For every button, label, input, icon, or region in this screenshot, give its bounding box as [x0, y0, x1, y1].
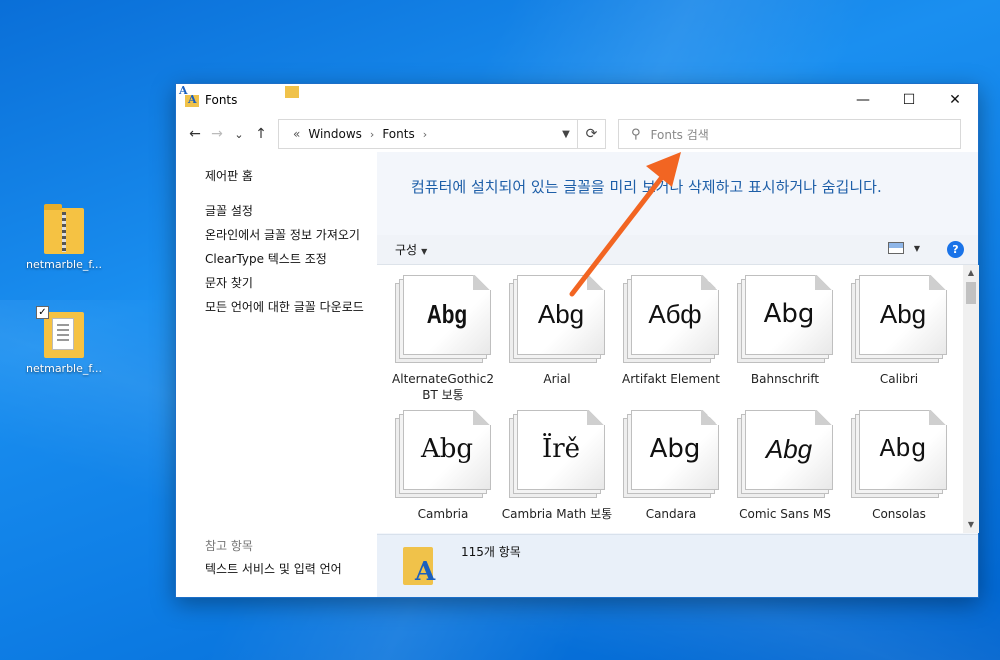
view-options-button[interactable]: ▼: [887, 242, 920, 254]
forward-button[interactable]: →: [206, 122, 228, 146]
chevron-down-icon: ▼: [913, 243, 920, 253]
font-name: Comic Sans MS: [739, 507, 831, 521]
sidebar-find-character[interactable]: 문자 찾기: [205, 275, 370, 291]
sidebar-text-services[interactable]: 텍스트 서비스 및 입력 언어: [205, 561, 370, 577]
font-name: Cambria: [417, 507, 469, 521]
font-sample: Abg: [649, 434, 701, 464]
search-icon: ⚲: [631, 126, 641, 142]
font-file-icon: Abg: [509, 275, 605, 365]
font-name: Candara: [645, 507, 697, 521]
window-title: Fonts: [205, 93, 238, 107]
address-overflow[interactable]: «: [293, 127, 300, 141]
scroll-down-icon[interactable]: ▼: [963, 517, 979, 533]
see-also-heading: 참고 항목: [205, 539, 253, 553]
font-sample: Abg: [537, 299, 585, 329]
vertical-scrollbar[interactable]: ▲ ▼: [963, 265, 979, 533]
font-name: AlternateGothic2 BT 보통: [392, 372, 494, 402]
sidebar-download-fonts[interactable]: 모든 언어에 대한 글꼴 다운로드: [205, 299, 370, 315]
font-tile[interactable]: Абф Artifakt Element: [614, 275, 728, 387]
font-sample: Abg: [763, 299, 815, 329]
breadcrumb-separator[interactable]: ›: [370, 128, 374, 141]
recent-locations-button[interactable]: ⌄: [228, 122, 250, 146]
fonts-folder-icon: A: [403, 543, 439, 587]
font-tile[interactable]: Abg Arial: [500, 275, 614, 387]
font-grid: Abg AlternateGothic2 BT 보통 Abg Arial Абф Arti…: [377, 265, 963, 533]
font-sample: Abg: [879, 299, 927, 329]
font-file-icon: Abg: [395, 275, 491, 365]
font-file-icon: Абф: [623, 275, 719, 365]
desktop-icon-netmarble-folder[interactable]: ✓ netmarble_f...: [19, 306, 109, 375]
font-name: Arial: [543, 372, 571, 386]
page-heading: 컴퓨터에 설치되어 있는 글꼴을 미리 보거나 삭제하고 표시하거나 숨깁니다.: [411, 178, 882, 196]
font-name: Calibri: [879, 372, 919, 386]
breadcrumb-windows[interactable]: Windows: [308, 127, 362, 141]
font-sample: Abg: [426, 299, 468, 329]
refresh-icon: ⟳: [585, 126, 598, 142]
sidebar: 제어판 홈 글꼴 설정 온라인에서 글꼴 정보 가져오기 ClearType 텍…: [176, 152, 377, 597]
font-tile[interactable]: Abg AlternateGothic2 BT 보통: [386, 275, 500, 403]
details-pane: A 115개 항목: [377, 534, 978, 597]
font-tile[interactable]: Abg Candara: [614, 410, 728, 522]
font-file-icon: Abg: [737, 410, 833, 500]
font-tile[interactable]: Ïrě Cambria Math 보통: [500, 410, 614, 522]
scrollbar-thumb[interactable]: [966, 282, 976, 304]
maximize-button[interactable]: ☐: [886, 84, 932, 116]
font-tile[interactable]: Abg Comic Sans MS: [728, 410, 842, 522]
font-sample: Abg: [765, 434, 813, 464]
font-tile[interactable]: Abg Calibri: [842, 275, 956, 387]
scroll-up-icon[interactable]: ▲: [963, 265, 979, 281]
address-bar[interactable]: A « Windows › Fonts › ▼: [179, 84, 578, 149]
item-count: 115개 항목: [461, 545, 521, 559]
folder-icon: ✓: [36, 306, 84, 358]
breadcrumb-separator[interactable]: ›: [423, 128, 427, 141]
minimize-button[interactable]: —: [840, 84, 886, 116]
organize-button[interactable]: 구성 ▼: [395, 241, 427, 258]
font-file-icon: Abg: [737, 275, 833, 365]
font-name: Consolas: [872, 507, 926, 521]
back-button[interactable]: ←: [184, 122, 206, 146]
sidebar-font-settings[interactable]: 글꼴 설정: [205, 203, 370, 219]
search-placeholder: Fonts 검색: [650, 127, 709, 142]
sidebar-get-font-info-online[interactable]: 온라인에서 글꼴 정보 가져오기: [205, 227, 370, 243]
font-sample: Abg: [420, 434, 474, 464]
command-bar: 구성 ▼ ▼ ?: [377, 235, 978, 265]
up-button[interactable]: ↑: [250, 122, 272, 146]
close-button[interactable]: ✕: [932, 84, 978, 116]
refresh-button[interactable]: ⟳: [578, 119, 606, 149]
font-file-icon: Abg: [395, 410, 491, 500]
view-icon: [887, 242, 904, 254]
font-name: Artifakt Element: [622, 372, 720, 386]
font-sample: Абф: [648, 299, 702, 329]
font-file-icon: Abg: [851, 275, 947, 365]
font-file-icon: Abg: [851, 410, 947, 500]
desktop-icon-netmarble-zip[interactable]: netmarble_f...: [19, 204, 109, 271]
chevron-down-icon[interactable]: ▼: [555, 129, 577, 140]
navigation-bar: ← → ⌄ ↑ A « Windows › Fonts › ▼ ⟳ ⚲ Font…: [176, 84, 978, 152]
font-tile[interactable]: Abg Bahnschrift: [728, 275, 842, 387]
font-tile[interactable]: Abg Consolas: [842, 410, 956, 522]
help-button[interactable]: ?: [947, 241, 964, 258]
font-file-icon: Abg: [623, 410, 719, 500]
breadcrumb-fonts[interactable]: Fonts: [382, 127, 414, 141]
fonts-window: A Fonts — ☐ ✕ ← → ⌄ ↑ A « Windows › Font…: [175, 83, 979, 598]
font-tile[interactable]: Abg Cambria: [386, 410, 500, 522]
desktop-icon-label: netmarble_f...: [26, 258, 102, 271]
font-sample: Ïrě: [541, 434, 581, 464]
font-sample: Abg: [879, 434, 927, 464]
zip-folder-icon: [44, 204, 84, 254]
font-name: Bahnschrift: [750, 372, 820, 386]
checkbox-icon[interactable]: ✓: [36, 306, 49, 319]
search-input[interactable]: ⚲ Fonts 검색: [618, 119, 961, 149]
content-pane: 컴퓨터에 설치되어 있는 글꼴을 미리 보거나 삭제하고 표시하거나 숨깁니다.…: [377, 152, 979, 597]
sidebar-adjust-cleartype[interactable]: ClearType 텍스트 조정: [205, 251, 370, 267]
sidebar-control-panel-home[interactable]: 제어판 홈: [205, 168, 370, 184]
desktop-icon-label: netmarble_f...: [26, 362, 102, 375]
font-name: Cambria Math 보통: [501, 507, 613, 521]
font-file-icon: Ïrě: [509, 410, 605, 500]
